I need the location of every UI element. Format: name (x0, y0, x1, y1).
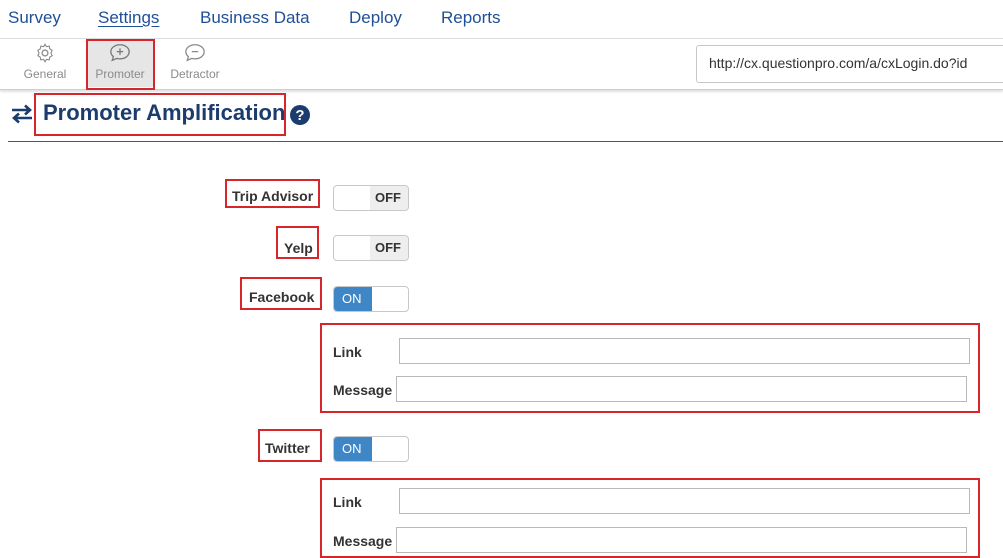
svg-text:?: ? (295, 107, 304, 124)
facebook-message-input[interactable] (396, 376, 967, 402)
top-navigation: Survey Settings Business Data Deploy Rep… (0, 0, 1003, 39)
promoter-label: Promoter (95, 67, 145, 81)
facebook-link-input[interactable] (399, 338, 970, 364)
facebook-toggle-state: ON (342, 291, 362, 306)
title-divider (8, 141, 1003, 142)
detractor-label: Detractor (170, 67, 220, 81)
twitter-message-input[interactable] (396, 527, 967, 553)
general-tool[interactable]: General (10, 41, 80, 87)
tab-reports[interactable]: Reports (441, 8, 501, 28)
twitter-link-input[interactable] (399, 488, 970, 514)
twitter-toggle-state: ON (342, 441, 362, 456)
twitter-label: Twitter (265, 440, 310, 456)
tab-business-data[interactable]: Business Data (200, 8, 310, 28)
tab-survey[interactable]: Survey (8, 8, 61, 28)
tab-deploy[interactable]: Deploy (349, 8, 402, 28)
yelp-label: Yelp (284, 240, 313, 256)
trip-advisor-label: Trip Advisor (232, 188, 314, 204)
twitter-link-label: Link (333, 494, 362, 510)
detractor-tool[interactable]: Detractor (160, 41, 230, 87)
facebook-link-label: Link (333, 344, 362, 360)
promoter-tool[interactable]: Promoter (86, 41, 154, 87)
gear-icon (37, 43, 53, 63)
general-label: General (23, 67, 67, 81)
question-circle-icon[interactable]: ? (289, 104, 311, 126)
page-title: Promoter Amplification (43, 100, 286, 125)
trip-advisor-toggle-state: OFF (375, 190, 401, 205)
twitter-message-label: Message (333, 533, 393, 549)
trip-advisor-toggle[interactable]: OFF (333, 185, 409, 211)
tab-settings[interactable]: Settings (98, 8, 159, 28)
facebook-message-label: Message (333, 382, 393, 398)
yelp-toggle-state: OFF (375, 240, 401, 255)
facebook-toggle[interactable]: ON (333, 286, 409, 312)
chat-plus-icon (110, 44, 130, 62)
yelp-toggle[interactable]: OFF (333, 235, 409, 261)
chat-minus-icon (185, 44, 205, 62)
facebook-label: Facebook (249, 289, 315, 305)
survey-url-field[interactable]: http://cx.questionpro.com/a/cxLogin.do?i… (696, 45, 1003, 83)
twitter-toggle[interactable]: ON (333, 436, 409, 462)
swap-arrows-icon (12, 104, 32, 124)
